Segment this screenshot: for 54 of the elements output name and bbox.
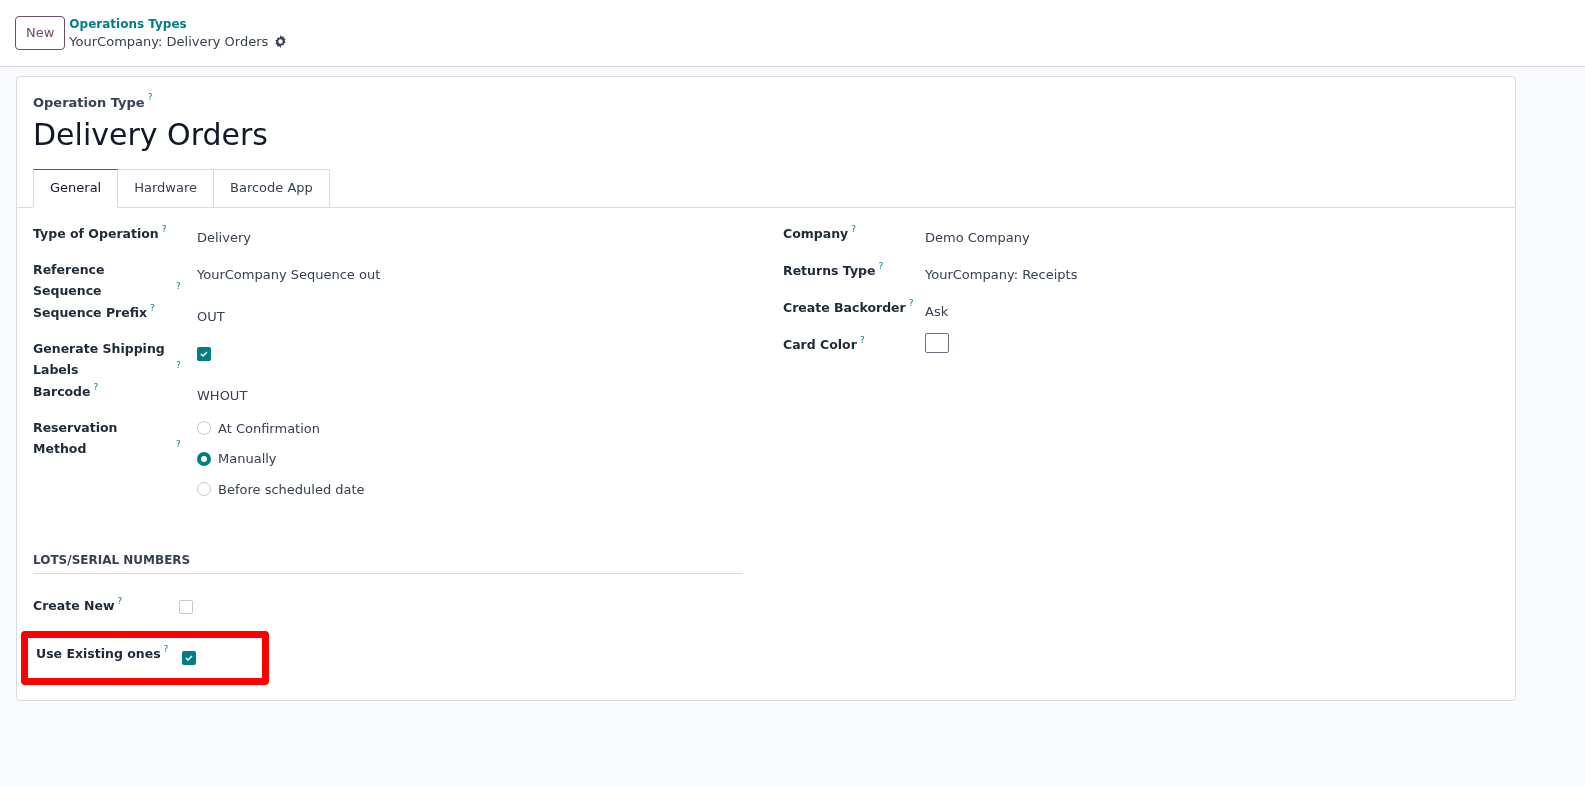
record-title: YourCompany: Delivery Orders	[69, 33, 269, 50]
checkbox[interactable]	[197, 346, 211, 361]
field-label: Generate Shipping Labels	[33, 339, 166, 379]
help-mark[interactable]: ?	[147, 91, 153, 105]
breadcrumb-link[interactable]: Operations Types	[69, 16, 288, 33]
field-label: Company	[783, 224, 849, 243]
field-label: Create Backorder	[783, 298, 906, 317]
field-value: YourCompany: Receipts	[925, 265, 1078, 284]
help-mark[interactable]: ?	[878, 260, 884, 271]
field-label: Type of Operation	[33, 224, 159, 243]
field-label: Reference Sequence	[33, 260, 106, 300]
radio-option[interactable]: Manually	[197, 449, 365, 469]
checkbox[interactable]	[182, 651, 196, 665]
help-mark[interactable]: ?	[176, 280, 181, 291]
radio-button[interactable]	[197, 482, 211, 497]
help-mark[interactable]: ?	[859, 334, 865, 345]
field-label: Create New	[33, 597, 115, 615]
field-value: Delivery	[197, 228, 251, 247]
help-mark[interactable]: ?	[851, 223, 856, 234]
field-value: OUT	[197, 307, 225, 326]
field-label: Operation Type	[33, 94, 145, 112]
section-title: LOTS/SERIAL NUMBERS	[33, 551, 743, 574]
tab[interactable]: General	[33, 168, 119, 208]
field-label: Use Existing ones	[36, 645, 161, 663]
radio-option[interactable]: Before scheduled date	[197, 479, 365, 499]
radio-option[interactable]: At Confirmation	[197, 418, 365, 438]
checkmark-icon	[185, 654, 193, 662]
radio-button[interactable]	[197, 451, 211, 466]
tab[interactable]: Hardware	[118, 168, 214, 208]
record-name: Delivery Orders	[33, 115, 269, 154]
field-value: Ask	[925, 302, 949, 321]
field-value: Demo Company	[925, 228, 1030, 247]
help-mark[interactable]: ?	[117, 596, 123, 606]
new-button[interactable]: New	[15, 16, 66, 50]
checkmark-icon	[200, 349, 208, 358]
field-label: Reservation Method	[33, 418, 119, 458]
help-mark[interactable]: ?	[150, 302, 155, 313]
field-label: Card Color	[783, 335, 857, 354]
field-label: Returns Type	[783, 261, 876, 280]
help-mark[interactable]: ?	[908, 297, 914, 308]
tab[interactable]: Barcode App	[214, 168, 330, 208]
help-mark[interactable]: ?	[93, 381, 99, 392]
color-swatch[interactable]	[925, 332, 949, 353]
field-label: Sequence Prefix	[33, 303, 148, 322]
help-mark[interactable]: ?	[163, 644, 169, 654]
field-value: YourCompany Sequence out	[197, 265, 381, 284]
help-mark[interactable]: ?	[161, 223, 167, 234]
settings-icon[interactable]	[274, 35, 288, 48]
help-mark[interactable]: ?	[176, 359, 181, 370]
help-mark[interactable]: ?	[176, 438, 181, 449]
field-label: Barcode	[33, 382, 91, 401]
checkbox[interactable]	[179, 600, 193, 614]
field-value: WHOUT	[197, 386, 248, 405]
radio-button[interactable]	[197, 421, 211, 436]
